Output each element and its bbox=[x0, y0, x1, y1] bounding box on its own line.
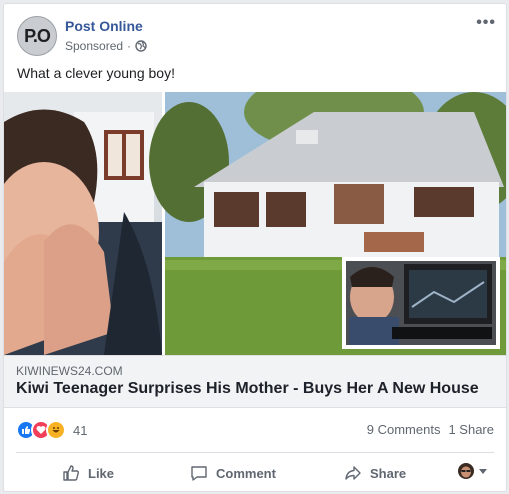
profile-avatar-icon bbox=[458, 463, 474, 479]
thumbs-up-icon bbox=[63, 465, 79, 481]
link-preview-caption[interactable]: KIWINEWS24.COM Kiwi Teenager Surprises H… bbox=[4, 355, 506, 408]
sponsored-row: Sponsored · bbox=[65, 39, 147, 53]
page-name-link[interactable]: Post Online bbox=[65, 18, 143, 34]
like-button[interactable]: Like bbox=[62, 460, 114, 486]
like-label: Like bbox=[88, 465, 115, 481]
post-as-selector[interactable] bbox=[458, 463, 488, 479]
post-text: What a clever young boy! bbox=[17, 65, 175, 81]
share-button[interactable]: Share bbox=[344, 460, 406, 486]
share-label: Share bbox=[370, 465, 407, 481]
meta-separator: · bbox=[127, 39, 132, 53]
share-arrow-icon bbox=[345, 466, 361, 480]
link-preview-image[interactable] bbox=[4, 92, 506, 355]
chevron-down-icon bbox=[479, 469, 487, 474]
reaction-count: 41 bbox=[73, 422, 88, 438]
link-headline[interactable]: Kiwi Teenager Surprises His Mother - Buy… bbox=[16, 380, 479, 398]
comment-button[interactable]: Comment bbox=[190, 460, 276, 486]
more-options-icon[interactable]: ••• bbox=[476, 14, 496, 32]
link-domain: KIWINEWS24.COM bbox=[16, 364, 123, 378]
avatar-initials: P.O bbox=[24, 25, 51, 46]
page-avatar[interactable]: P.O bbox=[17, 16, 57, 56]
reactions-summary[interactable]: 41 bbox=[16, 420, 87, 440]
haha-icon bbox=[46, 420, 66, 440]
sponsored-label[interactable]: Sponsored bbox=[65, 39, 123, 53]
comments-count-link[interactable]: 9 Comments bbox=[367, 422, 441, 437]
shares-count-link[interactable]: 1 Share bbox=[448, 422, 494, 437]
comment-label: Comment bbox=[216, 465, 276, 481]
news-photo bbox=[4, 92, 506, 355]
actions-divider bbox=[16, 452, 494, 453]
globe-icon[interactable] bbox=[135, 40, 147, 52]
engagement-counts: 9 Comments 1 Share bbox=[367, 422, 494, 437]
comment-icon bbox=[191, 466, 207, 481]
sponsored-post-card: P.O Post Online Sponsored · ••• What a c… bbox=[3, 3, 507, 492]
